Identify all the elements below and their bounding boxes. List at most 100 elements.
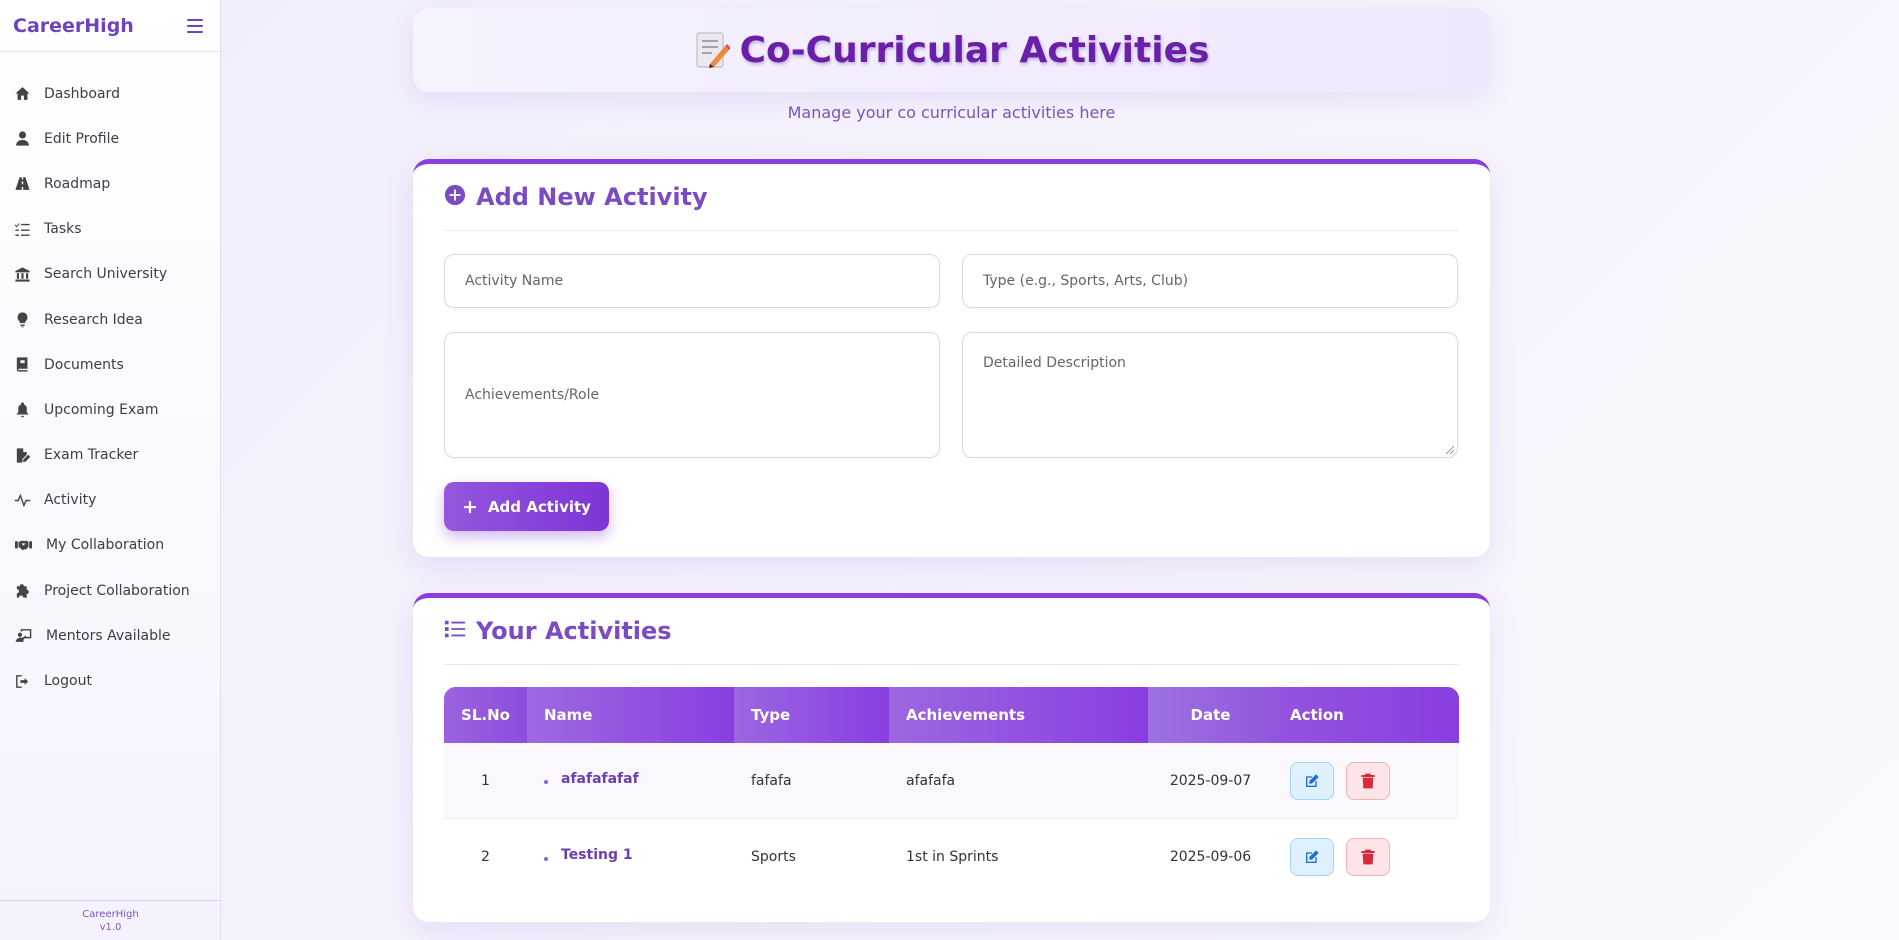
your-activities-card: Your Activities SL.No Name Type Achievem… — [413, 593, 1490, 922]
file-signature-icon — [13, 446, 31, 464]
sidebar-header: CareerHigh — [0, 0, 220, 52]
table-row: 2 Testing 1 Sports 1st in Sprints 2025-0… — [444, 819, 1459, 895]
user-icon — [13, 130, 31, 148]
sidebar-item-exam-tracker[interactable]: Exam Tracker — [0, 433, 220, 478]
add-activity-button-label: Add Activity — [487, 497, 591, 516]
memo-icon — [694, 30, 730, 70]
cell-slno: 1 — [481, 772, 490, 789]
activity-name-input[interactable]: Activity Name — [444, 254, 940, 308]
lightbulb-icon — [13, 311, 31, 329]
plus-icon: + — [462, 495, 478, 518]
col-header-slno[interactable]: SL.No — [444, 687, 527, 743]
activity-name-placeholder: Activity Name — [465, 273, 564, 289]
bullet-icon — [544, 856, 548, 861]
detailed-description-textarea[interactable]: Detailed Description — [962, 332, 1458, 458]
add-activity-button[interactable]: + Add Activity — [444, 482, 609, 531]
col-header-action: Action — [1273, 687, 1459, 743]
cell-type: fafafa — [751, 772, 792, 789]
edit-button[interactable] — [1290, 838, 1334, 876]
hamburger-menu-icon[interactable] — [187, 18, 203, 33]
bullet-icon — [544, 780, 548, 784]
cell-name: afafafafaf — [527, 743, 734, 818]
activity-name: Testing 1 — [561, 847, 633, 863]
sidebar-item-label: Roadmap — [44, 175, 111, 192]
sidebar-item-activity[interactable]: Activity — [0, 478, 220, 523]
activity-form: Activity Name Type (e.g., Sports, Arts, … — [444, 231, 1459, 561]
delete-button[interactable] — [1346, 761, 1390, 800]
delete-button[interactable] — [1346, 838, 1390, 876]
resize-handle-icon[interactable] — [1446, 446, 1454, 454]
col-header-achievements[interactable]: Achievements — [889, 687, 1148, 743]
sidebar-item-label: Exam Tracker — [44, 447, 139, 464]
sidebar-footer: CareerHigh v1.0 — [0, 900, 221, 940]
brand-logo[interactable]: CareerHigh — [13, 15, 134, 37]
sidebar-item-label: Mentors Available — [46, 627, 171, 644]
your-activities-header: Your Activities — [444, 598, 1459, 665]
cell-type: Sports — [751, 849, 796, 865]
activity-type-input[interactable]: Type (e.g., Sports, Arts, Club) — [962, 254, 1458, 308]
sidebar-item-label: Research Idea — [44, 311, 143, 328]
page-subtitle: Manage your co curricular activities her… — [787, 103, 1116, 122]
sidebar-item-search-university[interactable]: Search University — [0, 252, 220, 297]
achievements-placeholder: Achievements/Role — [465, 387, 600, 403]
description-placeholder: Detailed Description — [983, 355, 1126, 371]
sidebar-nav: Dashboard Edit Profile Roadmap Tasks Sea… — [0, 52, 220, 704]
sidebar-item-label: Tasks — [44, 221, 82, 238]
sidebar-item-label: Dashboard — [44, 85, 120, 102]
sidebar-item-upcoming-exam[interactable]: Upcoming Exam — [0, 387, 220, 432]
sidebar-item-roadmap[interactable]: Roadmap — [0, 161, 220, 206]
sidebar-item-label: Logout — [44, 673, 92, 690]
university-icon — [13, 265, 31, 283]
sidebar-item-label: Project Collaboration — [44, 582, 190, 599]
activity-type-placeholder: Type (e.g., Sports, Arts, Club) — [983, 273, 1189, 289]
sidebar-item-documents[interactable]: Documents — [0, 342, 220, 387]
book-icon — [13, 356, 31, 374]
cell-achievements: afafafa — [906, 772, 956, 789]
edit-icon — [1306, 850, 1319, 863]
page-title-text: Co-Curricular Activities — [739, 29, 1210, 71]
table-header: SL.No Name Type Achievements Date Action — [444, 687, 1459, 743]
handshake-icon — [13, 536, 33, 554]
sidebar-item-label: Upcoming Exam — [44, 401, 159, 418]
sidebar: CareerHigh Dashboard Edit Profile Roadma… — [0, 0, 221, 940]
col-header-type[interactable]: Type — [734, 687, 889, 743]
bell-icon — [13, 401, 31, 419]
cell-date: 2025-09-07 — [1169, 772, 1252, 789]
plus-circle-icon — [444, 184, 466, 210]
achievements-role-input[interactable]: Achievements/Role — [444, 332, 940, 458]
cell-achievements: 1st in Sprints — [906, 849, 999, 865]
page-title: Co-Curricular Activities — [694, 29, 1210, 71]
cell-actions — [1273, 743, 1459, 818]
cell-date: 2025-09-06 — [1169, 849, 1252, 865]
sidebar-item-research-idea[interactable]: Research Idea — [0, 297, 220, 342]
sidebar-item-project-collaboration[interactable]: Project Collaboration — [0, 568, 220, 613]
footer-version: v1.0 — [99, 921, 122, 933]
sidebar-item-label: Search University — [44, 266, 168, 283]
pulse-icon — [13, 491, 31, 509]
edit-button[interactable] — [1290, 761, 1334, 800]
sidebar-item-label: Documents — [44, 356, 124, 373]
table-row: 1 afafafafaf fafafa afafafa 2025-09-07 — [444, 743, 1459, 819]
your-activities-heading: Your Activities — [476, 617, 672, 645]
sidebar-item-mentors-available[interactable]: Mentors Available — [0, 613, 220, 658]
trash-icon — [1361, 773, 1375, 788]
activity-name: afafafafaf — [561, 770, 639, 787]
sidebar-item-tasks[interactable]: Tasks — [0, 207, 220, 252]
sidebar-item-dashboard[interactable]: Dashboard — [0, 71, 220, 116]
sidebar-item-edit-profile[interactable]: Edit Profile — [0, 116, 220, 161]
add-activity-card: Add New Activity Activity Name Type (e.g… — [413, 159, 1490, 557]
page-header: Co-Curricular Activities — [413, 8, 1490, 92]
col-header-name[interactable]: Name — [527, 687, 734, 743]
activities-table: SL.No Name Type Achievements Date Action… — [444, 687, 1459, 895]
sidebar-item-label: Edit Profile — [44, 130, 120, 147]
sidebar-item-label: Activity — [44, 492, 97, 509]
sidebar-item-logout[interactable]: Logout — [0, 658, 220, 703]
footer-app-name: CareerHigh — [82, 908, 139, 920]
col-header-date[interactable]: Date — [1148, 687, 1273, 743]
sidebar-item-my-collaboration[interactable]: My Collaboration — [0, 523, 220, 568]
trash-icon — [1361, 849, 1375, 865]
add-activity-header: Add New Activity — [444, 164, 1459, 231]
logout-icon — [13, 672, 31, 690]
road-icon — [13, 175, 31, 193]
home-icon — [13, 85, 31, 103]
